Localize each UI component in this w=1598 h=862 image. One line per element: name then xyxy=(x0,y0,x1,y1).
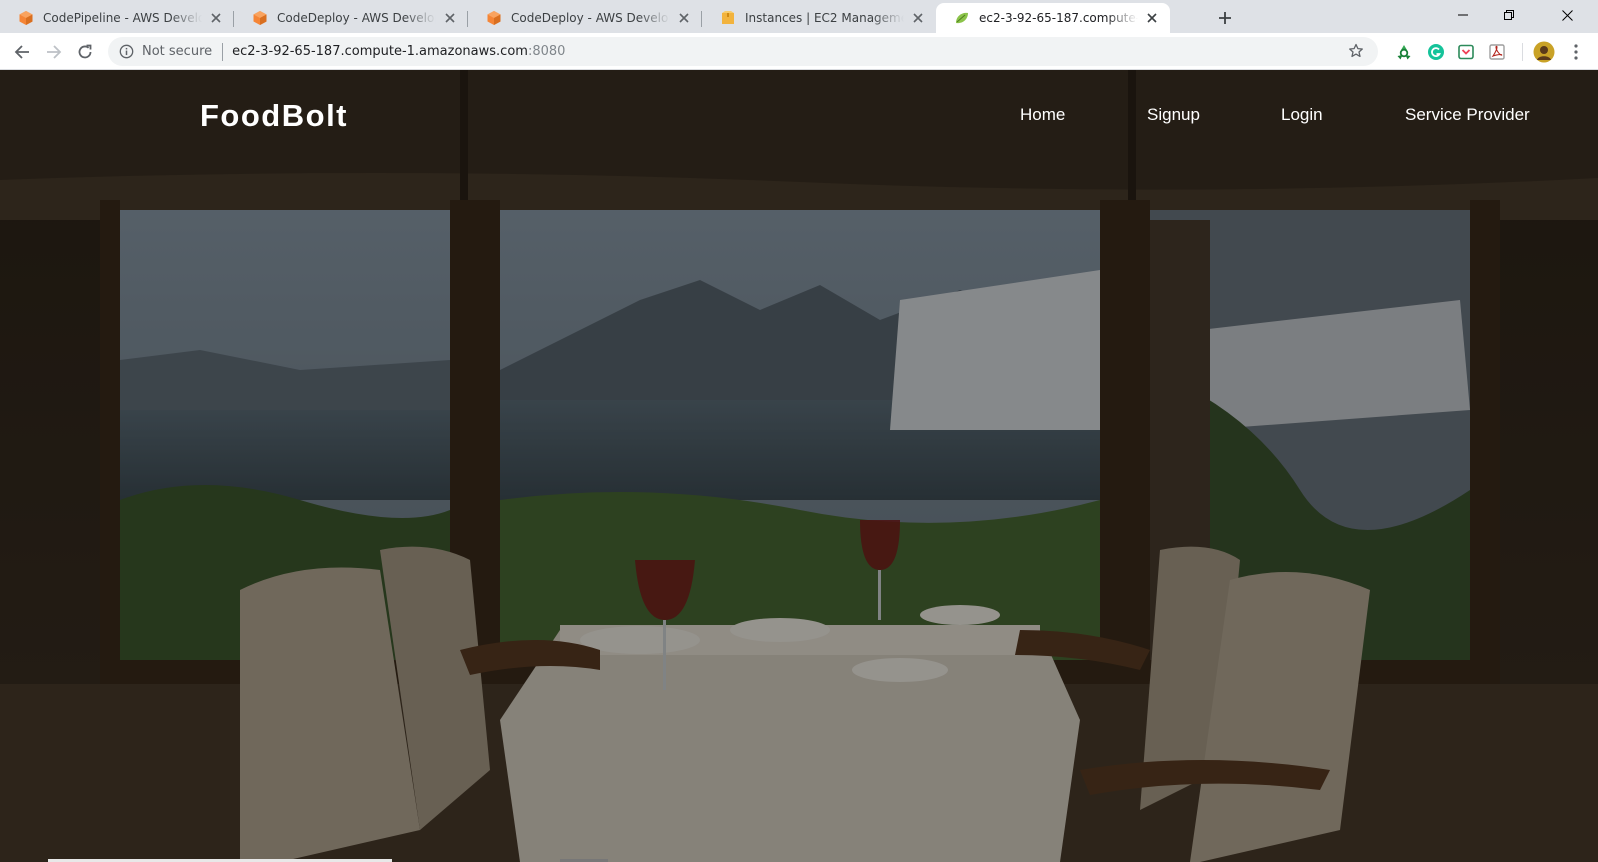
url-host: ec2-3-92-65-187.compute-1.amazonaws.com xyxy=(232,44,528,59)
arrow-right-icon xyxy=(47,45,62,59)
restore-button[interactable] xyxy=(1486,0,1532,30)
bookmark-star-icon[interactable] xyxy=(1348,43,1364,59)
acrobat-icon xyxy=(1489,44,1505,60)
browser-tab-codepipeline[interactable]: CodePipeline - AWS Developer Tools xyxy=(0,3,234,33)
plus-icon xyxy=(1219,12,1231,24)
ec2-box-icon xyxy=(722,11,734,24)
more-vertical-icon xyxy=(1574,44,1578,60)
close-tab-icon[interactable] xyxy=(208,10,224,26)
arrow-left-icon xyxy=(14,45,29,59)
info-icon[interactable] xyxy=(118,44,134,60)
webpage-viewport: FoodBolt Home Signup Login Service Provi… xyxy=(0,70,1598,862)
url-port: :8080 xyxy=(527,44,566,59)
browser-tab-strip: CodePipeline - AWS Developer Tools CodeD… xyxy=(0,0,1598,33)
address-bar[interactable]: Not secure ec2-3-92-65-187.compute-1.ama… xyxy=(108,37,1378,66)
recycle-icon xyxy=(1397,45,1411,60)
browser-tab-ec2-instances[interactable]: Instances | EC2 Management Console xyxy=(702,3,936,33)
recycle-extension[interactable] xyxy=(1394,42,1414,62)
tab-title: CodePipeline - AWS Developer Tools xyxy=(43,11,202,25)
close-tab-icon[interactable] xyxy=(910,10,926,26)
aws-cube-icon xyxy=(19,11,33,25)
aws-cube-icon xyxy=(487,11,501,25)
profile-avatar[interactable] xyxy=(1533,41,1555,63)
reload-button[interactable] xyxy=(71,38,99,66)
nav-signup-link[interactable]: Signup xyxy=(1147,105,1200,125)
tab-title: Instances | EC2 Management Console xyxy=(745,11,904,25)
close-tab-icon[interactable] xyxy=(676,10,692,26)
browser-tab-codedeploy-2[interactable]: CodeDeploy - AWS Developer Tools xyxy=(468,3,702,33)
security-label: Not secure xyxy=(142,44,213,59)
close-window-button[interactable] xyxy=(1544,0,1590,30)
grammarly-icon xyxy=(1428,44,1444,60)
aws-cube-icon xyxy=(253,11,267,25)
tab-title: ec2-3-92-65-187.compute-1.amazonaws.com:… xyxy=(979,11,1138,25)
restore-icon xyxy=(1504,10,1514,20)
browser-tab-foodbolt[interactable]: ec2-3-92-65-187.compute-1.amazonaws.com:… xyxy=(936,3,1170,33)
leaf-icon xyxy=(956,12,968,24)
reload-icon xyxy=(78,44,92,59)
browser-tab-codedeploy-1[interactable]: CodeDeploy - AWS Developer Tools xyxy=(234,3,468,33)
nav-service-provider-link[interactable]: Service Provider xyxy=(1405,105,1530,125)
new-tab-button[interactable] xyxy=(1213,6,1237,30)
tab-title: CodeDeploy - AWS Developer Tools xyxy=(511,11,670,25)
address-divider xyxy=(222,42,224,61)
minimize-icon xyxy=(1458,14,1468,16)
browser-toolbar: Not secure ec2-3-92-65-187.compute-1.ama… xyxy=(0,33,1598,70)
close-tab-icon[interactable] xyxy=(442,10,458,26)
back-button[interactable] xyxy=(8,38,36,66)
nav-home-link[interactable]: Home xyxy=(1020,105,1065,125)
close-icon xyxy=(1561,9,1573,21)
avatar-icon xyxy=(1533,41,1555,63)
pocket-icon xyxy=(1458,44,1474,60)
grammarly-extension[interactable] xyxy=(1426,42,1446,62)
close-tab-icon[interactable] xyxy=(1144,10,1160,26)
minimize-button[interactable] xyxy=(1440,0,1486,30)
pocket-extension[interactable] xyxy=(1456,42,1476,62)
browser-menu-button[interactable] xyxy=(1566,42,1586,62)
site-logo[interactable]: FoodBolt xyxy=(200,98,348,134)
forward-button[interactable] xyxy=(40,38,68,66)
acrobat-extension[interactable] xyxy=(1487,42,1507,62)
nav-login-link[interactable]: Login xyxy=(1281,105,1323,125)
hero-dark-overlay xyxy=(0,70,1598,862)
toolbar-separator xyxy=(1522,43,1523,61)
tab-title: CodeDeploy - AWS Developer Tools xyxy=(277,11,436,25)
